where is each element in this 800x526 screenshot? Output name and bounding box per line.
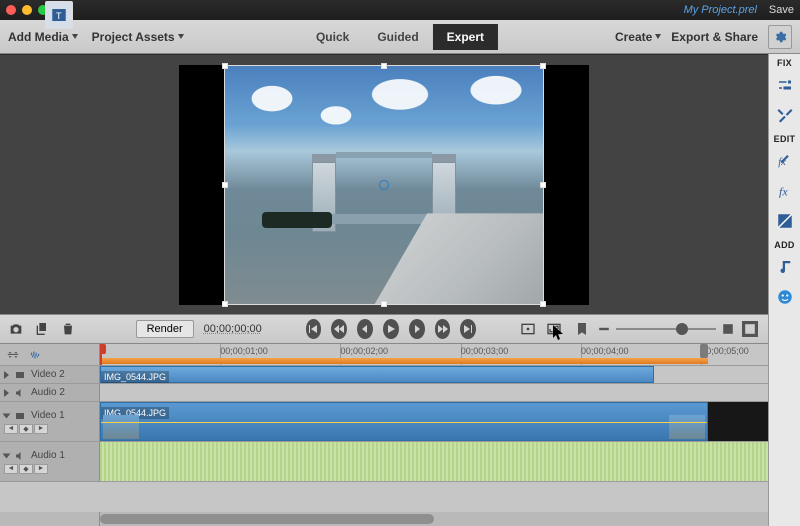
step-back-button[interactable] [357,319,373,339]
render-button[interactable]: Render [136,320,194,338]
track-audio-2: Audio 2 [0,384,768,402]
effects-button[interactable]: fx [771,177,799,205]
adjust-button[interactable] [771,71,799,99]
zoom-in-icon [722,323,734,335]
tab-guided[interactable]: Guided [363,24,432,50]
timecode-display[interactable]: 00;00;00;00 [204,323,262,335]
playback-toolbar: Render 00;00;00;00 [0,314,768,344]
toggle-track-output-icon[interactable] [14,410,26,422]
preview-image [224,65,544,305]
expand-track-button[interactable] [4,371,9,379]
section-add-label: ADD [774,236,794,252]
preview-frame[interactable] [179,65,589,305]
close-window-button[interactable] [6,5,16,15]
toggle-track-output-icon[interactable] [14,387,26,399]
prev-keyframe-button[interactable]: ◄ [4,424,18,434]
waveform-icon[interactable] [28,348,42,362]
add-keyframe-button[interactable]: ◆ [19,424,33,434]
tools-button[interactable] [771,101,799,129]
transitions-button[interactable] [771,207,799,235]
settings-button[interactable] [768,25,792,49]
timeline-panel: 00;00;01;00 00;00;02;00 00;00;03;00 00;0… [0,344,768,526]
duplicate-button[interactable] [34,319,50,339]
work-area-bar[interactable] [100,358,708,364]
export-share-button[interactable]: Export & Share [671,30,758,44]
svg-text:fx: fx [779,185,788,199]
track-audio-1: Audio 1 ◄◆► [0,442,768,482]
collapse-track-button[interactable] [3,413,11,418]
section-edit-label: EDIT [774,130,796,146]
right-panel: FIX EDIT fx fx ADD T [768,54,800,526]
traffic-lights [6,5,48,15]
marker-button[interactable] [572,319,592,339]
zoom-window-button[interactable] [38,5,48,15]
play-button[interactable] [383,319,399,339]
trash-button[interactable] [60,319,76,339]
time-ruler[interactable]: 00;00;01;00 00;00;02;00 00;00;03;00 00;0… [100,344,768,365]
rewind-button[interactable] [331,319,347,339]
sceneline-icon[interactable] [6,348,20,362]
work-area-end-handle[interactable] [700,344,708,358]
timeline-zoom [572,319,760,339]
app-root: My Project.prel Save Add Media Project A… [0,0,800,526]
fast-forward-button[interactable] [435,319,451,339]
track-video-2: Video 2 IMG_0544.JPG [0,366,768,384]
next-keyframe-button[interactable]: ► [34,464,48,474]
save-button[interactable]: Save [769,4,794,16]
clip-video2[interactable]: IMG_0544.JPG [100,366,654,383]
fullscreen-button[interactable] [546,319,562,339]
create-dropdown[interactable]: Create [615,30,661,44]
timeline-scrollbar[interactable] [0,512,768,526]
collapse-track-button[interactable] [3,453,11,458]
goto-end-button[interactable] [460,319,476,339]
track-video-1: Video 1 ◄◆► IMG_0544.JPG [0,402,768,442]
mode-toolbar: Add Media Project Assets Quick Guided Ex… [0,20,800,54]
project-name-label: My Project.prel [684,4,757,16]
fit-timeline-button[interactable] [740,319,760,339]
tab-quick[interactable]: Quick [302,24,363,50]
snapshot-button[interactable] [8,319,24,339]
prev-keyframe-button[interactable]: ◄ [4,464,18,474]
applied-effects-button[interactable]: fx [771,147,799,175]
goto-start-button[interactable] [306,319,322,339]
add-media-dropdown[interactable]: Add Media [8,30,78,44]
safe-margins-button[interactable] [520,319,536,339]
preview-monitor [0,54,768,314]
project-assets-dropdown[interactable]: Project Assets [92,30,184,44]
zoom-out-icon [598,323,610,335]
add-keyframe-button[interactable]: ◆ [19,464,33,474]
timeline-mode-icons [0,344,100,365]
expand-track-button[interactable] [4,389,9,397]
clip-video1[interactable]: IMG_0544.JPG [100,402,708,441]
playhead[interactable] [100,344,102,365]
toggle-track-output-icon[interactable] [14,450,26,462]
workspace-tabs: Quick Guided Expert [302,24,498,50]
minimize-window-button[interactable] [22,5,32,15]
section-fix-label: FIX [777,54,792,70]
toggle-track-output-icon[interactable] [14,369,26,381]
tab-expert[interactable]: Expert [433,24,498,50]
music-button[interactable] [771,253,799,281]
next-keyframe-button[interactable]: ► [34,424,48,434]
window-titlebar: My Project.prel Save [0,0,800,20]
zoom-slider[interactable] [616,328,716,330]
graphics-button[interactable] [771,283,799,311]
step-forward-button[interactable] [409,319,425,339]
